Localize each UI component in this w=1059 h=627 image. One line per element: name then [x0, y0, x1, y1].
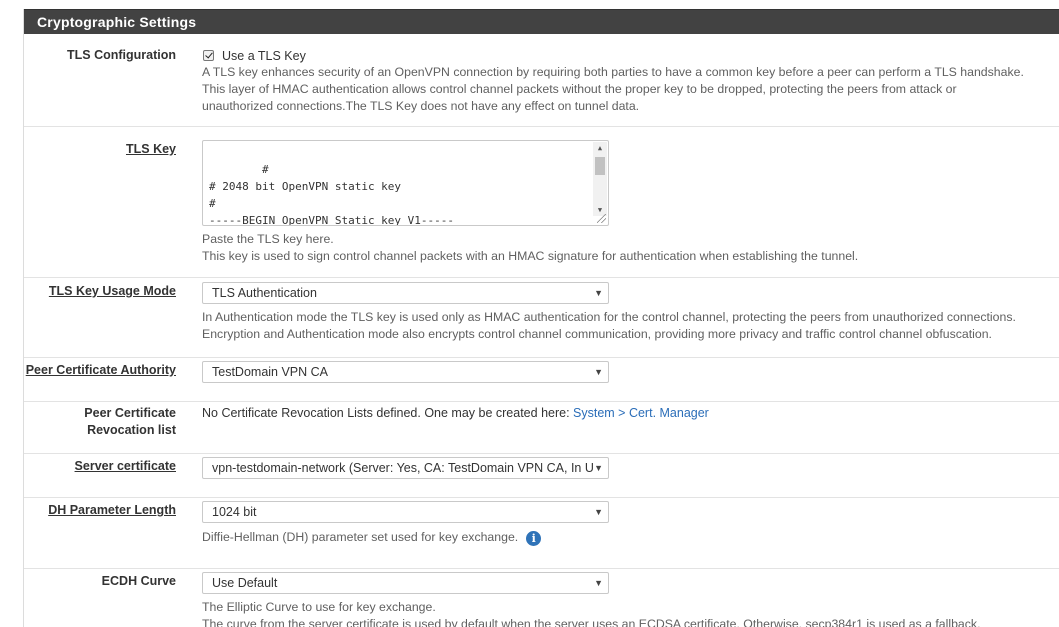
- help-line: This layer of HMAC authentication allows…: [202, 82, 957, 96]
- dh-param-row: DH Parameter Length 1024 bit ▼ Diffie-He…: [24, 498, 1059, 569]
- tls-key-scrollbar[interactable]: ▲ ▼: [593, 142, 607, 216]
- info-icon[interactable]: i: [526, 531, 542, 546]
- tls-key-row: TLS Key # # 2048 bit OpenVPN static key …: [24, 127, 1059, 278]
- help-line: This key is used to sign control channel…: [202, 249, 859, 263]
- help-line: The Elliptic Curve to use for key exchan…: [202, 600, 436, 614]
- help-line: unauthorized connections.The TLS Key doe…: [202, 99, 640, 113]
- tls-key-textarea[interactable]: # # 2048 bit OpenVPN static key # -----B…: [202, 140, 609, 226]
- help-line: A TLS key enhances security of an OpenVP…: [202, 65, 1024, 79]
- dh-param-help-text: Diffie-Hellman (DH) parameter set used f…: [202, 530, 519, 544]
- tls-configuration-row: TLS Configuration Use a TLS Key A TLS ke…: [24, 34, 1059, 127]
- server-cert-value[interactable]: vpn-testdomain-network (Server: Yes, CA:…: [212, 461, 594, 475]
- tls-key-usage-select[interactable]: TLS Authentication ▼: [202, 282, 609, 304]
- tls-key-label: TLS Key: [125, 142, 176, 156]
- resize-handle-icon[interactable]: [597, 214, 606, 223]
- chevron-down-icon[interactable]: ▼: [594, 502, 603, 522]
- ecdh-curve-label: ECDH Curve: [101, 574, 176, 588]
- use-tls-key-checkbox-group[interactable]: Use a TLS Key: [202, 47, 1058, 64]
- peer-crl-content: No Certificate Revocation Lists defined.…: [202, 405, 1058, 422]
- tls-key-help: Paste the TLS key here. This key is used…: [202, 231, 1058, 265]
- tls-key-text[interactable]: # # 2048 bit OpenVPN static key # -----B…: [209, 163, 454, 225]
- peer-ca-select[interactable]: TestDomain VPN CA ▼: [202, 361, 609, 383]
- help-line: Encryption and Authentication mode also …: [202, 327, 992, 341]
- server-cert-row: Server certificate vpn-testdomain-networ…: [24, 454, 1059, 498]
- server-cert-select[interactable]: vpn-testdomain-network (Server: Yes, CA:…: [202, 457, 609, 479]
- ecdh-curve-row: ECDH Curve Use Default ▼ The Elliptic Cu…: [24, 569, 1059, 627]
- peer-crl-row: Peer Certificate Revocation list No Cert…: [24, 402, 1059, 454]
- ecdh-curve-select[interactable]: Use Default ▼: [202, 572, 609, 594]
- ecdh-curve-help: The Elliptic Curve to use for key exchan…: [202, 599, 1058, 627]
- scrollbar-thumb[interactable]: [595, 157, 605, 175]
- tls-key-usage-help: In Authentication mode the TLS key is us…: [202, 309, 1058, 343]
- chevron-down-icon[interactable]: ▼: [594, 283, 603, 303]
- dh-param-help: Diffie-Hellman (DH) parameter set used f…: [202, 529, 1058, 546]
- use-tls-key-checkbox[interactable]: [203, 50, 214, 61]
- ecdh-curve-value[interactable]: Use Default: [212, 576, 277, 590]
- dh-param-label: DH Parameter Length: [48, 503, 176, 517]
- peer-crl-text: No Certificate Revocation Lists defined.…: [202, 406, 574, 420]
- tls-key-usage-row: TLS Key Usage Mode TLS Authentication ▼ …: [24, 278, 1059, 358]
- help-line: Paste the TLS key here.: [202, 232, 334, 246]
- peer-ca-label: Peer Certificate Authority: [25, 363, 176, 377]
- peer-ca-value[interactable]: TestDomain VPN CA: [212, 365, 328, 379]
- peer-crl-label: Peer Certificate Revocation list: [84, 405, 176, 439]
- crypto-settings-panel: Cryptographic Settings TLS Configuration…: [23, 9, 1059, 627]
- help-line: The curve from the server certificate is…: [202, 617, 981, 627]
- tls-key-usage-value[interactable]: TLS Authentication: [212, 286, 317, 300]
- chevron-down-icon[interactable]: ▼: [594, 362, 603, 382]
- chevron-down-icon[interactable]: ▼: [594, 458, 603, 478]
- cert-manager-link[interactable]: System > Cert. Manager: [573, 406, 709, 420]
- use-tls-key-label[interactable]: Use a TLS Key: [222, 49, 306, 63]
- peer-ca-row: Peer Certificate Authority TestDomain VP…: [24, 358, 1059, 402]
- tls-key-usage-label: TLS Key Usage Mode: [48, 284, 176, 298]
- panel-title: Cryptographic Settings: [24, 9, 1059, 34]
- tls-configuration-label: TLS Configuration: [66, 48, 176, 62]
- help-line: In Authentication mode the TLS key is us…: [202, 310, 1016, 324]
- chevron-down-icon[interactable]: ▼: [594, 573, 603, 593]
- tls-configuration-help: A TLS key enhances security of an OpenVP…: [202, 64, 1058, 115]
- peer-crl-label-line: Revocation list: [87, 423, 176, 437]
- dh-param-select[interactable]: 1024 bit ▼: [202, 501, 609, 523]
- server-cert-label: Server certificate: [74, 459, 176, 473]
- peer-crl-label-line: Peer Certificate: [84, 406, 176, 420]
- dh-param-value[interactable]: 1024 bit: [212, 505, 256, 519]
- scroll-up-arrow-icon[interactable]: ▲: [593, 142, 607, 154]
